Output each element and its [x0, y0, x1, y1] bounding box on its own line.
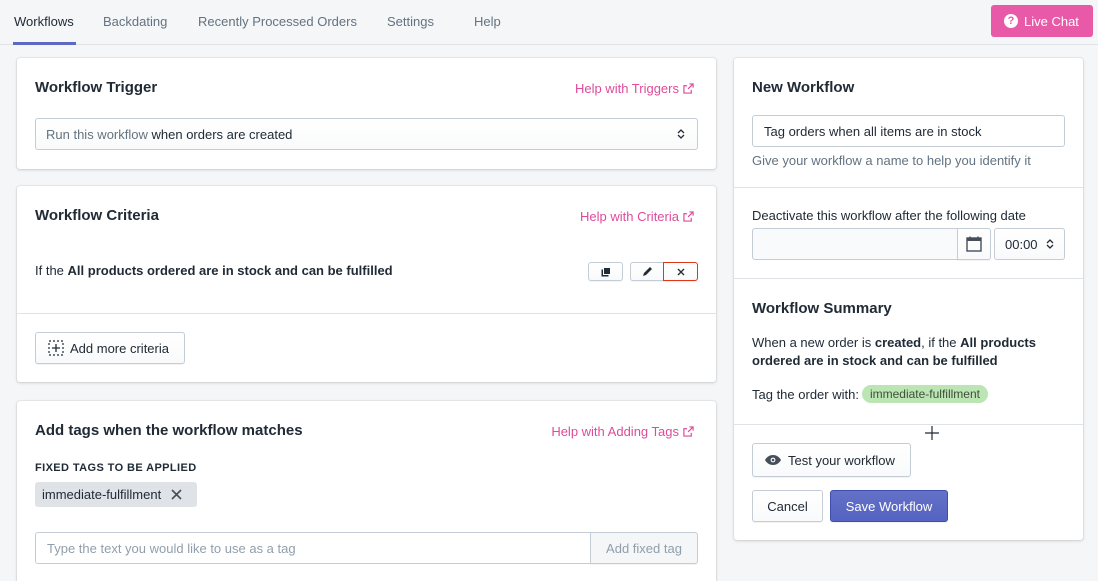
divider [734, 187, 1083, 188]
eye-icon [765, 455, 781, 465]
test-workflow-button[interactable]: Test your workflow [752, 443, 911, 477]
divider [734, 278, 1083, 279]
fixed-tag-label: immediate-fulfillment [42, 487, 162, 502]
tab-workflows[interactable]: Workflows [14, 14, 74, 29]
tab-settings[interactable]: Settings [387, 14, 434, 29]
add-fixed-tag-label: Add fixed tag [606, 540, 682, 556]
calendar-button[interactable] [957, 228, 991, 260]
external-link-icon [683, 211, 694, 222]
add-fixed-tag-button[interactable]: Add fixed tag [590, 532, 698, 564]
tab-recently-processed-orders[interactable]: Recently Processed Orders [198, 14, 357, 29]
help-with-adding-tags-link[interactable]: Help with Adding Tags [551, 424, 694, 439]
help-with-criteria-label: Help with Criteria [580, 209, 679, 224]
divider [734, 424, 1083, 425]
help-with-adding-tags-label: Help with Adding Tags [551, 424, 679, 439]
external-link-icon [683, 426, 694, 437]
new-workflow-title: New Workflow [752, 79, 855, 96]
live-chat-button[interactable]: ? Live Chat [991, 5, 1093, 37]
summary-tag-line: Tag the order with: immediate-fulfillmen… [752, 385, 988, 403]
duplicate-icon [601, 266, 611, 276]
crosshair-cursor-icon [925, 426, 939, 440]
add-box-icon [48, 340, 64, 356]
workflow-name-value: Tag orders when all items are in stock [764, 123, 982, 139]
active-tab-indicator [13, 42, 76, 45]
summary-tag-prefix: Tag the order with: [752, 386, 859, 402]
workflow-trigger-card: Workflow Trigger Help with Triggers Run … [17, 58, 716, 169]
select-arrows-icon [1046, 239, 1054, 249]
workflow-criteria-card: Workflow Criteria Help with Criteria If … [17, 186, 716, 382]
criteria-row-text: If the All products ordered are in stock… [35, 263, 393, 278]
help-with-criteria-link[interactable]: Help with Criteria [580, 209, 694, 224]
select-arrows-icon [677, 129, 685, 139]
criteria-divider [17, 313, 716, 314]
tab-help[interactable]: Help [474, 14, 501, 29]
workflow-trigger-title: Workflow Trigger [35, 79, 158, 96]
save-workflow-button[interactable]: Save Workflow [830, 490, 948, 522]
workflow-summary-title: Workflow Summary [752, 300, 892, 317]
cancel-button[interactable]: Cancel [752, 490, 823, 522]
live-chat-label: Live Chat [1024, 13, 1079, 29]
tab-backdating[interactable]: Backdating [103, 14, 167, 29]
save-workflow-label: Save Workflow [845, 498, 933, 514]
question-icon: ? [1004, 14, 1018, 28]
fixed-tags-label: FIXED TAGS TO BE APPLIED [35, 462, 197, 474]
summary-condition: All products [960, 335, 1036, 350]
time-select[interactable]: 00:00 [994, 228, 1065, 260]
cancel-label: Cancel [767, 498, 808, 514]
edit-criteria-button[interactable] [630, 262, 664, 281]
workflow-name-input[interactable]: Tag orders when all items are in stock [752, 115, 1065, 147]
duplicate-criteria-button[interactable] [588, 262, 623, 281]
workflow-name-help: Give your workflow a name to help you id… [752, 153, 1031, 168]
remove-criteria-button[interactable] [663, 262, 698, 281]
remove-tag-icon[interactable] [171, 489, 182, 500]
help-with-triggers-link[interactable]: Help with Triggers [575, 81, 694, 96]
summary-event: created [874, 335, 922, 350]
close-icon [677, 268, 684, 275]
summary-condition-cont: ordered are in stock and can be fulfille… [752, 353, 998, 368]
add-tags-title: Add tags when the workflow matches [35, 422, 303, 439]
deactivate-date-input[interactable] [752, 228, 958, 260]
test-workflow-label: Test your workflow [788, 452, 895, 468]
top-navigation: Workflows Backdating Recently Processed … [0, 0, 1098, 45]
time-value: 00:00 [1005, 236, 1038, 252]
criteria-row-condition: All products ordered are in stock and ca… [67, 263, 393, 278]
summary-tag-badge: immediate-fulfillment [861, 385, 988, 403]
trigger-select[interactable]: Run this workflow when orders are create… [35, 118, 698, 150]
external-link-icon [683, 83, 694, 94]
summary-description: When a new order is created, if the All … [752, 334, 1072, 370]
tag-text-placeholder: Type the text you would like to use as a… [47, 540, 296, 556]
add-more-criteria-button[interactable]: Add more criteria [35, 332, 185, 364]
trigger-select-prefix: Run this workflow [46, 126, 148, 142]
summary-text: When a new order is [752, 335, 872, 350]
pencil-icon [643, 267, 652, 276]
add-tags-card: Add tags when the workflow matches Help … [17, 401, 716, 581]
summary-text: , if the [921, 335, 957, 350]
workflow-criteria-title: Workflow Criteria [35, 207, 159, 224]
tag-text-input[interactable]: Type the text you would like to use as a… [35, 532, 591, 564]
add-more-criteria-label: Add more criteria [70, 340, 169, 356]
help-with-triggers-label: Help with Triggers [574, 81, 679, 96]
fixed-tag-chip: immediate-fulfillment [35, 482, 197, 507]
calendar-icon [966, 236, 982, 252]
trigger-select-value: when orders are created [151, 126, 293, 142]
deactivate-label: Deactivate this workflow after the follo… [752, 208, 1026, 223]
new-workflow-card: New Workflow Tag orders when all items a… [734, 58, 1083, 540]
criteria-row-prefix: If the [35, 263, 64, 278]
